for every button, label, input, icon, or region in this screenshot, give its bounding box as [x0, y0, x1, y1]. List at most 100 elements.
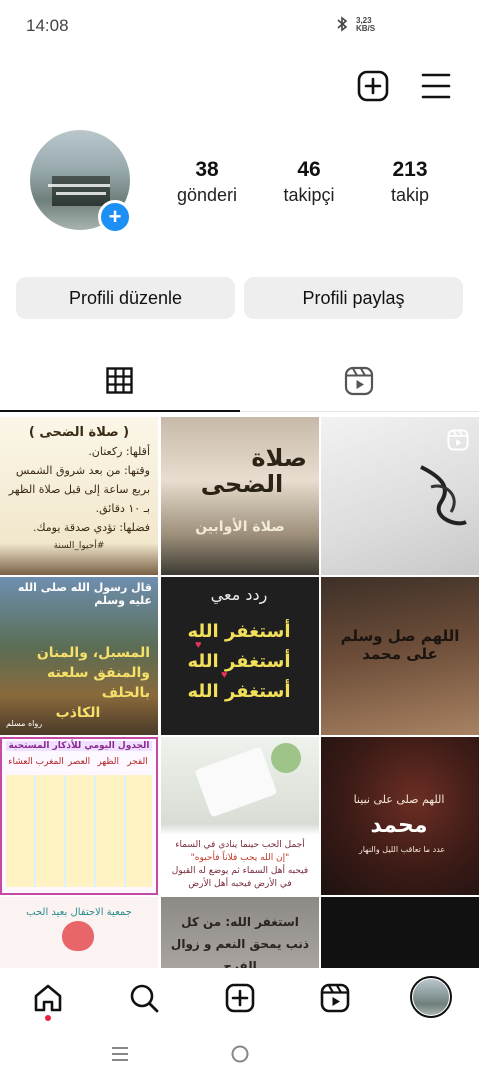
post-caption: قال رسول الله صلى الله عليه وسلم	[17, 581, 152, 607]
post-caption: رواه مسلم	[6, 719, 43, 728]
active-tab-indicator	[0, 410, 240, 412]
avatar-image-text	[48, 184, 110, 187]
grid-post[interactable]: اللهم صل وسلم على محمد	[321, 577, 479, 735]
post-caption: صلاة	[251, 444, 307, 472]
post-caption: #أحيوا_السنة	[53, 541, 105, 551]
home-icon	[34, 984, 62, 1012]
grid-post[interactable]: استغفر الله: من كل ذنب يمحق النعم و زوال…	[161, 897, 319, 968]
notification-dot	[45, 1015, 51, 1021]
post-caption: اللهم صلى على نبينا	[353, 793, 445, 806]
nav-home[interactable]	[28, 978, 68, 1021]
home-circle-icon	[231, 1045, 249, 1063]
profile-avatar-container[interactable]: +	[30, 130, 132, 234]
network-speed-unit: KB/S	[356, 24, 376, 33]
post-caption: بربع ساعة إلى قبل صلاة الظهر	[8, 483, 150, 496]
post-caption: عدد ما تعاقب الليل والنهار	[358, 845, 446, 854]
post-image-leaf	[271, 743, 301, 773]
stat-following[interactable]: 213 takip	[365, 158, 455, 208]
post-caption: محمد	[370, 813, 428, 838]
network-speed: 3,23 KB/S	[356, 17, 375, 33]
post-caption: استغفر الله: من كل	[181, 915, 299, 929]
bluetooth-icon	[336, 16, 348, 36]
post-caption: ردد معي	[210, 585, 268, 604]
post-caption: ( صلاة الضحى )	[28, 425, 130, 440]
post-caption: أستغفر الله	[187, 651, 291, 672]
create-post-button[interactable]	[357, 70, 389, 102]
table-header-cell: الفجر	[127, 757, 148, 767]
tab-posts[interactable]	[0, 350, 239, 412]
reel-indicator-icon	[447, 429, 469, 451]
create-icon	[225, 983, 255, 1013]
status-time: 14:08	[26, 16, 69, 35]
status-bar: 14:08 3,23 KB/S	[0, 0, 479, 50]
post-image-paper	[194, 746, 278, 818]
plus-square-icon	[357, 70, 389, 102]
grid-post[interactable]: قال رسول الله صلى الله عليه وسلم المسبل،…	[0, 577, 158, 735]
post-image-balloon	[62, 921, 94, 951]
stat-followers[interactable]: 46 takipçi	[264, 158, 354, 208]
post-caption: "إن الله يحب فلاناً فأحبوه"	[190, 853, 290, 863]
grid-post[interactable]: جمعية الاحتفال بعيد الحب	[0, 897, 158, 968]
post-caption: جمعية الاحتفال بعيد الحب	[26, 907, 132, 918]
nav-create[interactable]	[220, 978, 260, 1018]
post-caption: فيحبه أهل السماء ثم يوضع له القبول	[171, 866, 309, 876]
grid-post[interactable]: صلاة الضحى صلاة الأوابين	[161, 417, 319, 575]
table-header-cell: الظهر	[97, 757, 120, 767]
post-caption: في الأرض فيحبه أهل الأرض	[188, 879, 292, 889]
avatar-image-detail	[52, 176, 110, 206]
stat-followers-count: 46	[297, 158, 321, 181]
tab-reels[interactable]	[240, 350, 479, 412]
post-caption: الضحى	[200, 470, 284, 498]
posts-grid: ( صلاة الضحى ) أقلها: ركعتان. وقتها: من …	[0, 415, 479, 968]
table-body	[6, 775, 152, 887]
system-navigation	[0, 1030, 479, 1080]
reels-icon	[320, 983, 350, 1013]
search-icon	[130, 984, 159, 1013]
stat-followers-label: takipçi	[283, 185, 335, 205]
grid-post[interactable]: ( صلاة الضحى ) أقلها: ركعتان. وقتها: من …	[0, 417, 158, 575]
post-caption: أستغفر الله	[187, 621, 291, 642]
grid-post[interactable]: ردد معي أستغفر الله أستغفر الله أستغفر ا…	[161, 577, 319, 735]
grid-post[interactable]: الجدول اليومي للأذكار المستحبة الفجر الظ…	[0, 737, 158, 895]
heart-icon: ♥	[221, 669, 228, 681]
edit-profile-button[interactable]: Profili düzenle	[16, 277, 235, 319]
menu-button[interactable]	[421, 72, 451, 100]
table-header-cell: المغرب	[35, 757, 64, 767]
nav-reels[interactable]	[315, 978, 355, 1018]
nav-search[interactable]	[124, 978, 164, 1018]
profile-avatar	[410, 976, 452, 1018]
post-caption: صلاة الأوابين	[195, 519, 285, 535]
stat-following-count: 213	[392, 158, 428, 181]
post-caption: ذنب يمحق النعم و زوال الفرح	[170, 937, 310, 968]
post-caption: فضلها: تؤدي صدقة يومك.	[33, 521, 150, 534]
table-header-cell: العصر	[67, 757, 91, 767]
table-header-row: الفجر الظهر العصر المغرب العشاء	[6, 757, 152, 773]
stat-posts-count: 38	[195, 158, 219, 181]
share-profile-button[interactable]: Profili paylaş	[244, 277, 463, 319]
profile-tabs	[0, 350, 479, 414]
reels-icon	[344, 366, 374, 396]
table-header-cell: العشاء	[8, 757, 33, 767]
post-caption: المسبل، والمنان	[36, 645, 150, 661]
post-caption: وقتها: من بعد شروق الشمس	[15, 464, 150, 477]
post-caption: أستغفر الله	[187, 681, 291, 702]
profile-avatar-image	[413, 979, 449, 1015]
post-caption: الجدول اليومي للأذكار المستحبة	[6, 741, 152, 751]
post-image-calligraphy	[420, 465, 467, 526]
stat-following-label: takip	[390, 185, 430, 205]
grid-post[interactable]: أجمل الحب حينما ينادي في السماء "إن الله…	[161, 737, 319, 895]
grid-post[interactable]	[321, 897, 479, 968]
heart-icon: ♥	[195, 639, 202, 651]
post-caption: والمنفق سلعته بالحلف	[46, 665, 150, 701]
post-caption: أجمل الحب حينما ينادي في السماء	[175, 840, 305, 850]
grid-post[interactable]	[321, 417, 479, 575]
post-caption: اللهم صل وسلم على محمد	[340, 627, 460, 663]
add-story-badge[interactable]: +	[98, 200, 132, 234]
grid-post[interactable]: اللهم صلى على نبينا محمد عدد ما تعاقب ال…	[321, 737, 479, 895]
stat-posts-label: gönderi	[176, 185, 238, 205]
home-system-button[interactable]	[230, 1044, 250, 1064]
grid-icon	[106, 367, 133, 394]
recents-button[interactable]	[110, 1044, 130, 1064]
stat-posts[interactable]: 38 gönderi	[162, 158, 252, 208]
nav-profile[interactable]	[410, 976, 452, 1018]
